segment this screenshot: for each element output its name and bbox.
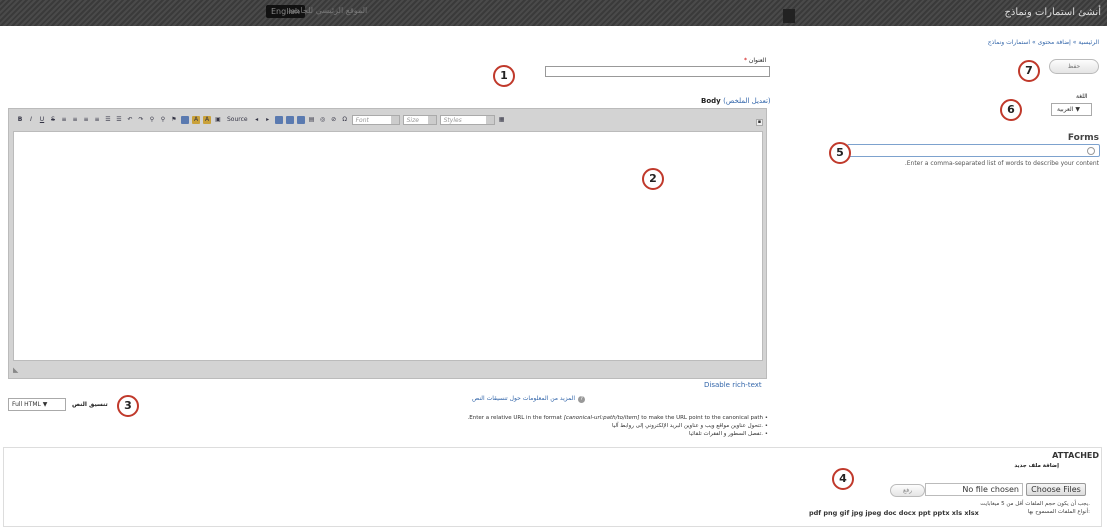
chevron-down-icon xyxy=(390,116,399,124)
tip-item: تتحول عناوين مواقع ويب و عناوين البريد ا… xyxy=(612,423,768,429)
text-format-select[interactable]: Full HTML ▼ xyxy=(8,398,66,411)
tip-item: تفصل السطور و الفقرات تلقائيا. • xyxy=(689,431,768,437)
align-right-icon[interactable]: ≡ xyxy=(82,116,90,124)
resize-handle-icon[interactable]: ◣ xyxy=(13,366,18,374)
editor-content-area[interactable] xyxy=(13,131,763,361)
numbered-list-icon[interactable]: ☰ xyxy=(115,116,123,124)
format-tips: .Enter a relative URL in the format [can… xyxy=(468,414,768,438)
bullet-list-icon[interactable]: ☰ xyxy=(104,116,112,124)
callout-5: 5 xyxy=(829,142,851,164)
bold-icon[interactable]: B xyxy=(16,116,24,124)
breadcrumb[interactable]: الرئيسية » إضافة محتوى » استمارات ونماذج xyxy=(988,39,1099,46)
strike-icon[interactable]: S xyxy=(49,116,57,124)
paste-text-icon[interactable] xyxy=(285,116,294,124)
replace-icon[interactable]: ⚲ xyxy=(159,116,167,124)
font-combo[interactable]: Font xyxy=(351,115,400,125)
callout-7: 7 xyxy=(1018,60,1040,82)
page-title: أنشئ استمارات ونماذج xyxy=(1004,7,1101,18)
bg-color-icon[interactable]: A xyxy=(203,116,211,124)
text-format-label: تنسيق النص xyxy=(72,401,108,408)
anchor-icon[interactable]: ⚑ xyxy=(170,116,178,124)
file-types-note: أنواع الملفات المسموح بها: xyxy=(1027,509,1090,515)
callout-1: 1 xyxy=(493,65,515,87)
undo-icon[interactable]: ↶ xyxy=(126,116,134,124)
file-status: No file chosen xyxy=(925,483,1023,496)
paste-icon[interactable] xyxy=(274,116,283,124)
tip-text: .Enter a relative URL in the format xyxy=(467,415,562,421)
add-file-label: إضافة ملف جديد xyxy=(1014,463,1059,469)
styles-combo-label: Styles xyxy=(443,117,462,124)
link-icon[interactable]: ◎ xyxy=(319,116,327,124)
disable-rich-text-link[interactable]: Disable rich-text xyxy=(704,381,762,389)
title-input[interactable] xyxy=(545,66,770,77)
title-label-text: العنوان xyxy=(748,57,767,64)
editor-toolbar: B I U S ≡ ≡ ≡ ≡ ☰ ☰ ↶ ↷ ⚲ ⚲ ⚑ A A ▣ Sour… xyxy=(13,112,764,128)
special-char-icon[interactable]: Ω xyxy=(341,116,349,124)
callout-6: 6 xyxy=(1000,99,1022,121)
more-format-link[interactable]: المزيد من المعلومات حول تنسيقات النص xyxy=(472,395,575,402)
language-label: اللغة xyxy=(1076,93,1088,100)
upload-button[interactable]: رفع xyxy=(890,484,925,497)
image-icon[interactable] xyxy=(181,116,189,124)
indent-icon[interactable]: ▸ xyxy=(264,116,272,124)
outdent-icon[interactable]: ◂ xyxy=(253,116,261,124)
align-justify-icon[interactable]: ≡ xyxy=(93,116,101,124)
align-center-icon[interactable]: ≡ xyxy=(71,116,79,124)
body-label-text: Body xyxy=(701,97,721,105)
source-button[interactable]: Source xyxy=(225,116,250,124)
tip-text: تتحول عناوين مواقع ويب و عناوين البريد ا… xyxy=(612,423,763,429)
styles-combo[interactable]: Styles xyxy=(439,115,495,125)
italic-icon[interactable]: I xyxy=(27,116,35,124)
size-combo-label: Size xyxy=(406,117,419,124)
edit-summary-link[interactable]: (تعديل الملخص) xyxy=(723,97,770,105)
choose-files-button[interactable]: Choose Files xyxy=(1026,483,1086,496)
find-icon[interactable]: ⚲ xyxy=(148,116,156,124)
help-icon: ? xyxy=(578,396,586,403)
forms-label: Forms xyxy=(1067,133,1099,143)
top-bar: English الموقع الرئيسي للجامعة أنشئ استم… xyxy=(0,0,1107,26)
callout-2: 2 xyxy=(642,168,664,190)
rich-text-editor: B I U S ≡ ≡ ≡ ≡ ☰ ☰ ↶ ↷ ⚲ ⚲ ⚑ A A ▣ Sour… xyxy=(8,108,767,379)
forms-tags-input[interactable] xyxy=(847,144,1100,157)
title-label: * العنوان xyxy=(744,57,766,64)
source-icon[interactable]: ▣ xyxy=(214,116,222,124)
underline-icon[interactable]: U xyxy=(38,116,46,124)
more-format-info[interactable]: المزيد من المعلومات حول تنسيقات النص? xyxy=(472,395,586,403)
file-size-note: يجب أن يكون حجم الملفات أقل من 5 ميغاباي… xyxy=(980,501,1090,507)
tip-text: to make the URL point to the canonical p… xyxy=(641,415,763,421)
size-combo[interactable]: Size xyxy=(402,115,437,125)
chevron-down-icon xyxy=(485,116,494,124)
unlink-icon[interactable]: ⊘ xyxy=(330,116,338,124)
autocomplete-icon xyxy=(1087,147,1095,155)
blocks-icon[interactable]: ▦ xyxy=(498,116,506,124)
body-label: Body (تعديل الملخص) xyxy=(701,97,771,105)
font-combo-label: Font xyxy=(355,117,369,124)
redo-icon[interactable]: ↷ xyxy=(137,116,145,124)
callout-4: 4 xyxy=(832,468,854,490)
paste-word-icon[interactable] xyxy=(296,116,305,124)
chevron-down-icon xyxy=(427,116,436,124)
collapse-toolbar-button[interactable]: ▪ xyxy=(756,119,763,126)
align-left-icon[interactable]: ≡ xyxy=(60,116,68,124)
language-select[interactable]: العربية ▼ xyxy=(1051,103,1092,116)
tip-item: .Enter a relative URL in the format [can… xyxy=(467,415,768,421)
text-color-icon[interactable]: A xyxy=(192,116,200,124)
required-marker: * xyxy=(744,57,747,64)
attached-title: ATTACHED xyxy=(1052,451,1099,460)
forms-hint: .Enter a comma-separated list of words t… xyxy=(904,160,1099,167)
callout-3: 3 xyxy=(117,395,139,417)
logo-icon xyxy=(783,9,795,23)
tip-text: تفصل السطور و الفقرات تلقائيا. xyxy=(689,431,763,437)
tip-code: [canonical-url:path/to/item] xyxy=(563,415,640,421)
main-site-link[interactable]: الموقع الرئيسي للجامعة xyxy=(288,6,367,15)
save-button[interactable]: حفظ xyxy=(1049,59,1099,74)
table-icon[interactable]: ▤ xyxy=(308,116,316,124)
file-extensions: pdf png gif jpg jpeg doc docx ppt pptx x… xyxy=(809,509,979,517)
